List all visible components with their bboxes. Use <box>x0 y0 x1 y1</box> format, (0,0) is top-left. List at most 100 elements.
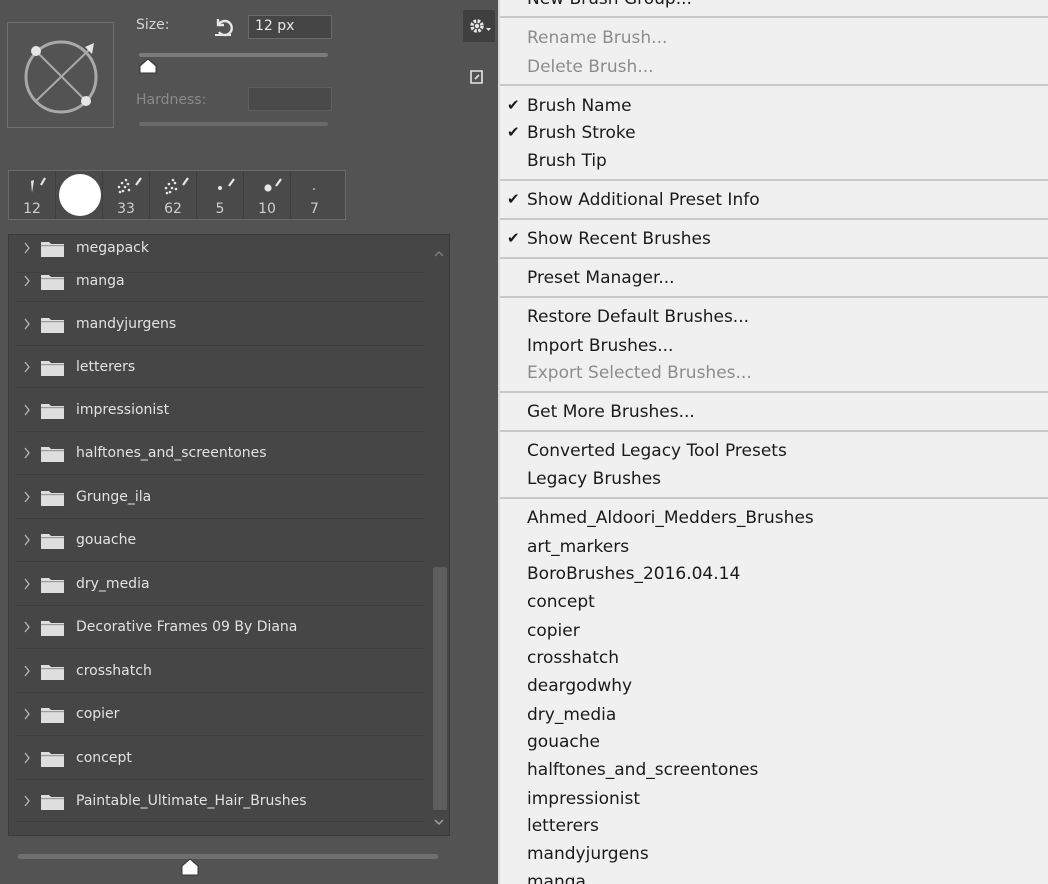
brush-group-row[interactable]: impressionist <box>15 388 425 432</box>
chevron-right-icon[interactable] <box>23 693 31 735</box>
brush-group-name: gouache <box>76 532 137 548</box>
recent-brush[interactable]: 10 <box>244 171 291 219</box>
chevron-right-icon[interactable] <box>23 302 31 345</box>
menu-library-item[interactable]: crosshatch <box>527 648 619 668</box>
brush-group-row[interactable]: crosshatch <box>15 649 425 693</box>
menu-legacy-brushes[interactable]: Legacy Brushes <box>527 469 661 489</box>
brush-group-row[interactable]: manga <box>15 260 425 302</box>
menu-converted-legacy-tool-presets[interactable]: Converted Legacy Tool Presets <box>527 441 787 461</box>
chevron-right-icon[interactable] <box>23 562 31 605</box>
recent-brush[interactable]: 7 <box>291 171 338 219</box>
folder-icon <box>41 706 64 727</box>
menu-library-item[interactable]: letterers <box>527 816 599 836</box>
vertical-scrollbar[interactable] <box>427 235 449 835</box>
hardness-slider-track[interactable] <box>139 122 328 126</box>
menu-library-item[interactable]: impressionist <box>527 789 640 809</box>
brush-angle-preview-icon <box>24 40 98 114</box>
menu-library-item[interactable]: BoroBrushes_2016.04.14 <box>527 564 740 584</box>
chevron-right-icon[interactable] <box>23 475 31 518</box>
folder-icon <box>41 402 64 423</box>
brush-group-row[interactable]: dry_media <box>15 562 425 606</box>
menu-new-brush-group[interactable]: New Brush Group... <box>527 0 692 9</box>
menu-preset-manager[interactable]: Preset Manager... <box>527 268 675 288</box>
menu-library-item[interactable]: Ahmed_Aldoori_Medders_Brushes <box>527 508 814 528</box>
menu-library-item[interactable]: dry_media <box>527 705 616 725</box>
chevron-right-icon[interactable] <box>23 649 31 692</box>
size-label: Size: <box>136 17 170 33</box>
recent-brush[interactable]: 62 <box>150 171 197 219</box>
menu-separator <box>500 296 1048 298</box>
gear-icon[interactable] <box>463 10 495 42</box>
hardness-input[interactable] <box>248 87 332 111</box>
brush-group-row[interactable]: Decorative Frames 09 By Diana <box>15 606 425 649</box>
chevron-right-icon[interactable] <box>23 432 31 474</box>
size-slider-track[interactable] <box>139 53 328 57</box>
menu-separator <box>500 16 1048 18</box>
reset-size-icon[interactable] <box>211 14 235 38</box>
scroll-up-icon[interactable] <box>433 243 445 262</box>
round-brush-icon <box>59 174 101 216</box>
menu-delete-brush: Delete Brush... <box>527 57 654 77</box>
menu-brush-name[interactable]: Brush Name <box>527 96 632 116</box>
brush-group-row[interactable]: letterers <box>15 346 425 388</box>
brush-group-row[interactable]: gouache <box>15 519 425 562</box>
recent-brush-selected[interactable] <box>56 171 103 219</box>
folder-icon <box>41 793 64 814</box>
chevron-right-icon[interactable] <box>23 260 31 301</box>
chevron-right-icon[interactable] <box>23 346 31 387</box>
menu-restore-default-brushes[interactable]: Restore Default Brushes... <box>527 307 749 327</box>
brush-group-row[interactable]: concept <box>15 736 425 780</box>
chevron-right-icon[interactable] <box>23 606 31 648</box>
chevron-right-icon[interactable] <box>23 388 31 431</box>
brush-group-name: copier <box>76 706 120 722</box>
brush-group-name: crosshatch <box>76 662 152 679</box>
scroll-down-icon[interactable] <box>433 813 445 832</box>
brush-tip-icon <box>31 177 46 193</box>
menu-brush-stroke[interactable]: Brush Stroke <box>527 123 636 143</box>
chevron-right-icon[interactable] <box>23 736 31 779</box>
brush-group-row[interactable]: Paintable_Ultimate_Hair_Brushes <box>15 780 425 822</box>
brush-group-row[interactable]: halftones_and_screentones <box>15 432 425 475</box>
preview-size-slider-track[interactable] <box>18 854 438 859</box>
menu-library-item[interactable]: mandyjurgens <box>527 844 649 864</box>
menu-brush-tip[interactable]: Brush Tip <box>527 151 607 171</box>
menu-import-brushes[interactable]: Import Brushes... <box>527 336 673 356</box>
menu-library-item[interactable]: deargodwhy <box>527 676 632 696</box>
recent-brush[interactable]: 5 <box>197 171 244 219</box>
menu-library-item[interactable]: copier <box>527 621 580 641</box>
brush-panel: Size: 12 px Hardness: 12 33 62 5 10 7 me… <box>0 0 498 884</box>
menu-show-additional-preset-info[interactable]: Show Additional Preset Info <box>527 190 760 210</box>
menu-library-item[interactable]: manga <box>527 872 586 884</box>
menu-separator <box>500 84 1048 86</box>
menu-library-item[interactable]: halftones_and_screentones <box>527 760 758 780</box>
folder-icon <box>41 273 64 294</box>
brush-group-name: manga <box>76 272 125 289</box>
menu-library-item[interactable]: gouache <box>527 732 600 752</box>
chevron-right-icon[interactable] <box>23 780 31 821</box>
menu-separator <box>500 179 1048 181</box>
folder-icon <box>41 750 64 771</box>
menu-library-item[interactable]: art_markers <box>527 537 629 557</box>
recent-brush[interactable]: 12 <box>9 171 56 219</box>
brush-group-row[interactable]: mandyjurgens <box>15 302 425 346</box>
menu-separator <box>500 430 1048 432</box>
new-preset-icon[interactable] <box>467 67 487 87</box>
brush-group-name: Grunge_ila <box>76 488 152 505</box>
brush-group-row[interactable]: copier <box>15 693 425 736</box>
menu-show-recent-brushes[interactable]: Show Recent Brushes <box>527 229 711 249</box>
brush-group-name: megapack <box>76 239 149 256</box>
brush-group-row[interactable]: Grunge_ila <box>15 475 425 519</box>
checkmark-icon: ✔ <box>507 229 520 247</box>
size-input[interactable]: 12 px <box>248 15 332 39</box>
recent-brush[interactable]: 33 <box>103 171 150 219</box>
scrollbar-thumb[interactable] <box>433 567 447 810</box>
spatter-brush-icon <box>117 177 142 194</box>
folder-icon <box>41 445 64 466</box>
recent-brush-size: 10 <box>258 201 276 217</box>
panel-flyout-menu: New Brush Group... Rename Brush... Delet… <box>500 0 1048 884</box>
brush-group-name: concept <box>76 749 132 766</box>
menu-get-more-brushes[interactable]: Get More Brushes... <box>527 402 695 422</box>
menu-library-item[interactable]: concept <box>527 592 595 612</box>
chevron-right-icon[interactable] <box>23 519 31 561</box>
brush-angle-preview[interactable] <box>7 22 114 128</box>
